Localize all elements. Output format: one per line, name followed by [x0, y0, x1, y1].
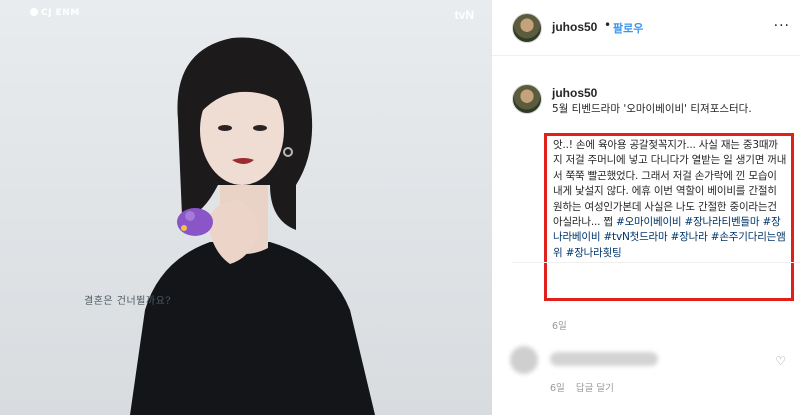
tvn-logo: tvN [454, 8, 474, 22]
avatar[interactable] [512, 13, 542, 43]
caption-lead: 5월 티벤드라마 '오마이베이비' 티져포스터다. [552, 103, 752, 115]
more-options-icon[interactable]: ··· [774, 18, 790, 34]
hashtag[interactable]: #장나라횟팅 [566, 247, 622, 259]
hashtag[interactable]: #장나라티벤들마 [685, 216, 760, 228]
caption-body: 앗..! 손에 육아용 공갈젖꼭지가... 사실 재는 중3때까지 저걸 주머니… [553, 139, 787, 229]
actress-illustration [130, 37, 375, 415]
caption-username[interactable]: juhos50 [552, 86, 597, 100]
comment-meta: 6일 답글 달기 [550, 380, 614, 394]
poster-tagline: 결혼은 건너뛸까요? [84, 296, 172, 307]
follow-button[interactable]: 팔로우 [613, 20, 643, 36]
hashtag[interactable]: #장나라 [671, 231, 708, 243]
divider [512, 262, 800, 263]
post-panel: juhos50 • 팔로우 ··· juhos50 5월 티벤드라마 '오마이베… [492, 0, 800, 415]
heart-icon[interactable]: ♡ [775, 354, 786, 368]
separator-dot: • [604, 18, 612, 32]
commenter-avatar-blurred[interactable] [510, 346, 538, 374]
post-header: juhos50 • 팔로우 ··· [492, 0, 800, 56]
comment-text-blurred [550, 352, 658, 366]
comment-timestamp[interactable]: 6일 [550, 383, 565, 394]
header-username[interactable]: juhos50 [552, 20, 597, 34]
reply-button[interactable]: 답글 달기 [576, 383, 614, 394]
hashtag[interactable]: #tvN첫드라마 [603, 231, 667, 243]
highlighted-caption: 앗..! 손에 육아용 공갈젖꼭지가... 사실 재는 중3때까지 저걸 주머니… [544, 133, 794, 301]
hashtag[interactable]: #오마이베이비 [616, 216, 682, 228]
avatar[interactable] [512, 84, 542, 114]
post-timestamp[interactable]: 6일 [552, 318, 567, 332]
cj-logo: CJ ENM [30, 8, 80, 18]
post-image: CJ ENM tvN 결혼은 건너뛸까요? [0, 0, 492, 415]
